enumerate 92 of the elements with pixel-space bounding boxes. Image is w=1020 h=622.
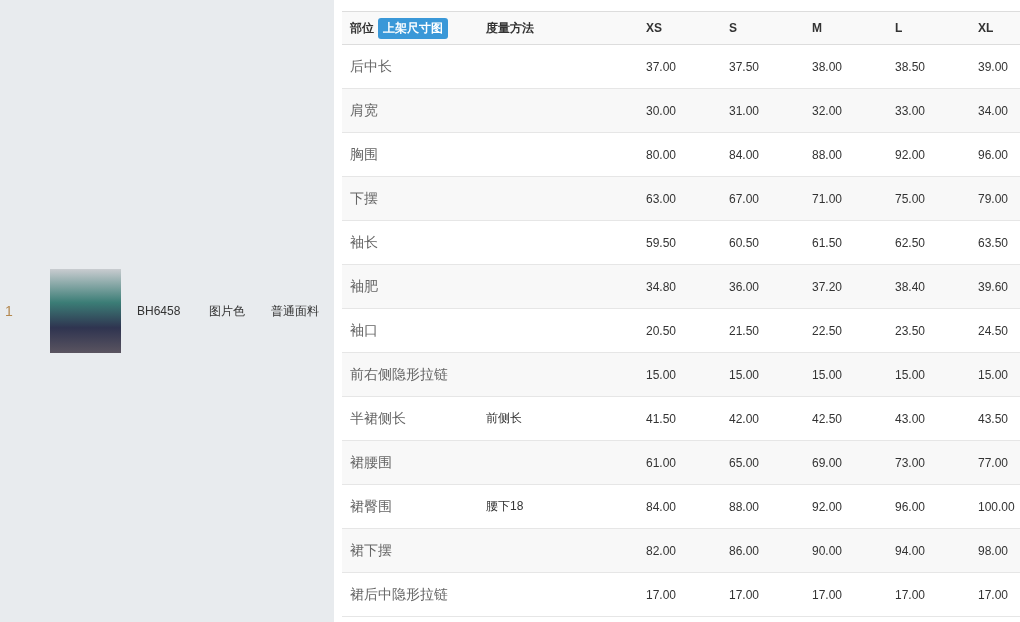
table-cell: 88.00 (804, 132, 887, 177)
table-cell: 裙下摆 (342, 528, 478, 573)
table-cell: 65.00 (721, 440, 804, 485)
table-cell: 21.50 (721, 308, 804, 353)
table-cell: 86.00 (721, 528, 804, 573)
table-cell: 袖口 (342, 308, 478, 353)
table-cell: 34.00 (970, 88, 1020, 133)
table-cell: 22.50 (804, 308, 887, 353)
table-cell: 腰下18 (478, 484, 638, 529)
table-cell: 33.00 (887, 88, 970, 133)
table-cell: 62.50 (887, 220, 970, 265)
table-cell: 84.00 (638, 484, 721, 529)
table-cell: 96.00 (970, 132, 1020, 177)
table-cell: 39.00 (970, 44, 1020, 89)
table-cell: 32.00 (804, 88, 887, 133)
column-header: 度量方法 (478, 11, 638, 45)
table-cell: 17.00 (887, 572, 970, 617)
table-cell: 袖肥 (342, 264, 478, 309)
table-cell: 75.00 (887, 176, 970, 221)
table-cell: 80.00 (638, 132, 721, 177)
column-header: 部位 (350, 20, 374, 35)
table-cell: 裙臀围 (342, 484, 478, 529)
size-chart-button[interactable]: 上架尺寸图 (378, 17, 448, 39)
table-cell: 43.00 (887, 396, 970, 441)
table-cell: 37.00 (638, 44, 721, 89)
table-cell: 61.00 (638, 440, 721, 485)
table-cell: 24.50 (970, 308, 1020, 353)
column-header: XL (970, 11, 1020, 45)
table-cell: 34.80 (638, 264, 721, 309)
table-cell: 79.00 (970, 176, 1020, 221)
table-cell: 98.00 (970, 528, 1020, 573)
table-cell: 下摆 (342, 176, 478, 221)
table-cell: 90.00 (804, 528, 887, 573)
table-cell: 63.50 (970, 220, 1020, 265)
table-cell: 41.50 (638, 396, 721, 441)
table-cell: 15.00 (970, 352, 1020, 397)
column-header: L (887, 11, 970, 45)
table-cell: 71.00 (804, 176, 887, 221)
table-cell: 38.40 (887, 264, 970, 309)
table-cell: 59.50 (638, 220, 721, 265)
table-cell: 17.00 (721, 572, 804, 617)
column-header: S (721, 11, 804, 45)
table-cell: 96.00 (887, 484, 970, 529)
table-cell: 袖长 (342, 220, 478, 265)
table-cell: 裙腰围 (342, 440, 478, 485)
table-cell: 61.50 (804, 220, 887, 265)
table-cell: 肩宽 (342, 88, 478, 133)
style-code: BH6458 (137, 304, 182, 318)
table-cell: 15.00 (887, 352, 970, 397)
table-cell: 42.50 (804, 396, 887, 441)
table-cell: 37.20 (804, 264, 887, 309)
table-cell: 裙后中隐形拉链 (342, 572, 478, 617)
table-cell: 69.00 (804, 440, 887, 485)
table-cell: 88.00 (721, 484, 804, 529)
table-cell: 前侧长 (478, 396, 638, 441)
table-cell: 15.00 (804, 352, 887, 397)
table-cell: 17.00 (804, 572, 887, 617)
table-cell: 82.00 (638, 528, 721, 573)
table-cell: 胸围 (342, 132, 478, 177)
table-cell: 43.50 (970, 396, 1020, 441)
table-cell: 后中长 (342, 44, 478, 89)
table-cell: 60.50 (721, 220, 804, 265)
table-cell: 84.00 (721, 132, 804, 177)
table-cell: 77.00 (970, 440, 1020, 485)
table-cell: 100.00 (970, 484, 1020, 529)
table-cell: 15.00 (721, 352, 804, 397)
table-cell: 42.00 (721, 396, 804, 441)
table-cell: 15.00 (638, 352, 721, 397)
fabric-text: 普通面料 (271, 302, 319, 320)
table-cell: 92.00 (887, 132, 970, 177)
column-header: XS (638, 11, 721, 45)
table-cell: 17.00 (970, 572, 1020, 617)
table-cell: 38.50 (887, 44, 970, 89)
table-cell: 23.50 (887, 308, 970, 353)
table-cell: 73.00 (887, 440, 970, 485)
color-text: 图片色 (209, 302, 246, 320)
table-cell: 92.00 (804, 484, 887, 529)
table-cell: 38.00 (804, 44, 887, 89)
table-cell: 37.50 (721, 44, 804, 89)
table-cell: 31.00 (721, 88, 804, 133)
table-cell: 17.00 (638, 572, 721, 617)
table-cell: 20.50 (638, 308, 721, 353)
table-cell: 前右侧隐形拉链 (342, 352, 478, 397)
table-cell: 30.00 (638, 88, 721, 133)
table-cell: 67.00 (721, 176, 804, 221)
table-cell: 63.00 (638, 176, 721, 221)
table-cell: 半裙侧长 (342, 396, 478, 441)
table-cell: 39.60 (970, 264, 1020, 309)
row-number: 1 (5, 303, 14, 319)
table-cell: 36.00 (721, 264, 804, 309)
table-cell: 94.00 (887, 528, 970, 573)
column-header: M (804, 11, 887, 45)
